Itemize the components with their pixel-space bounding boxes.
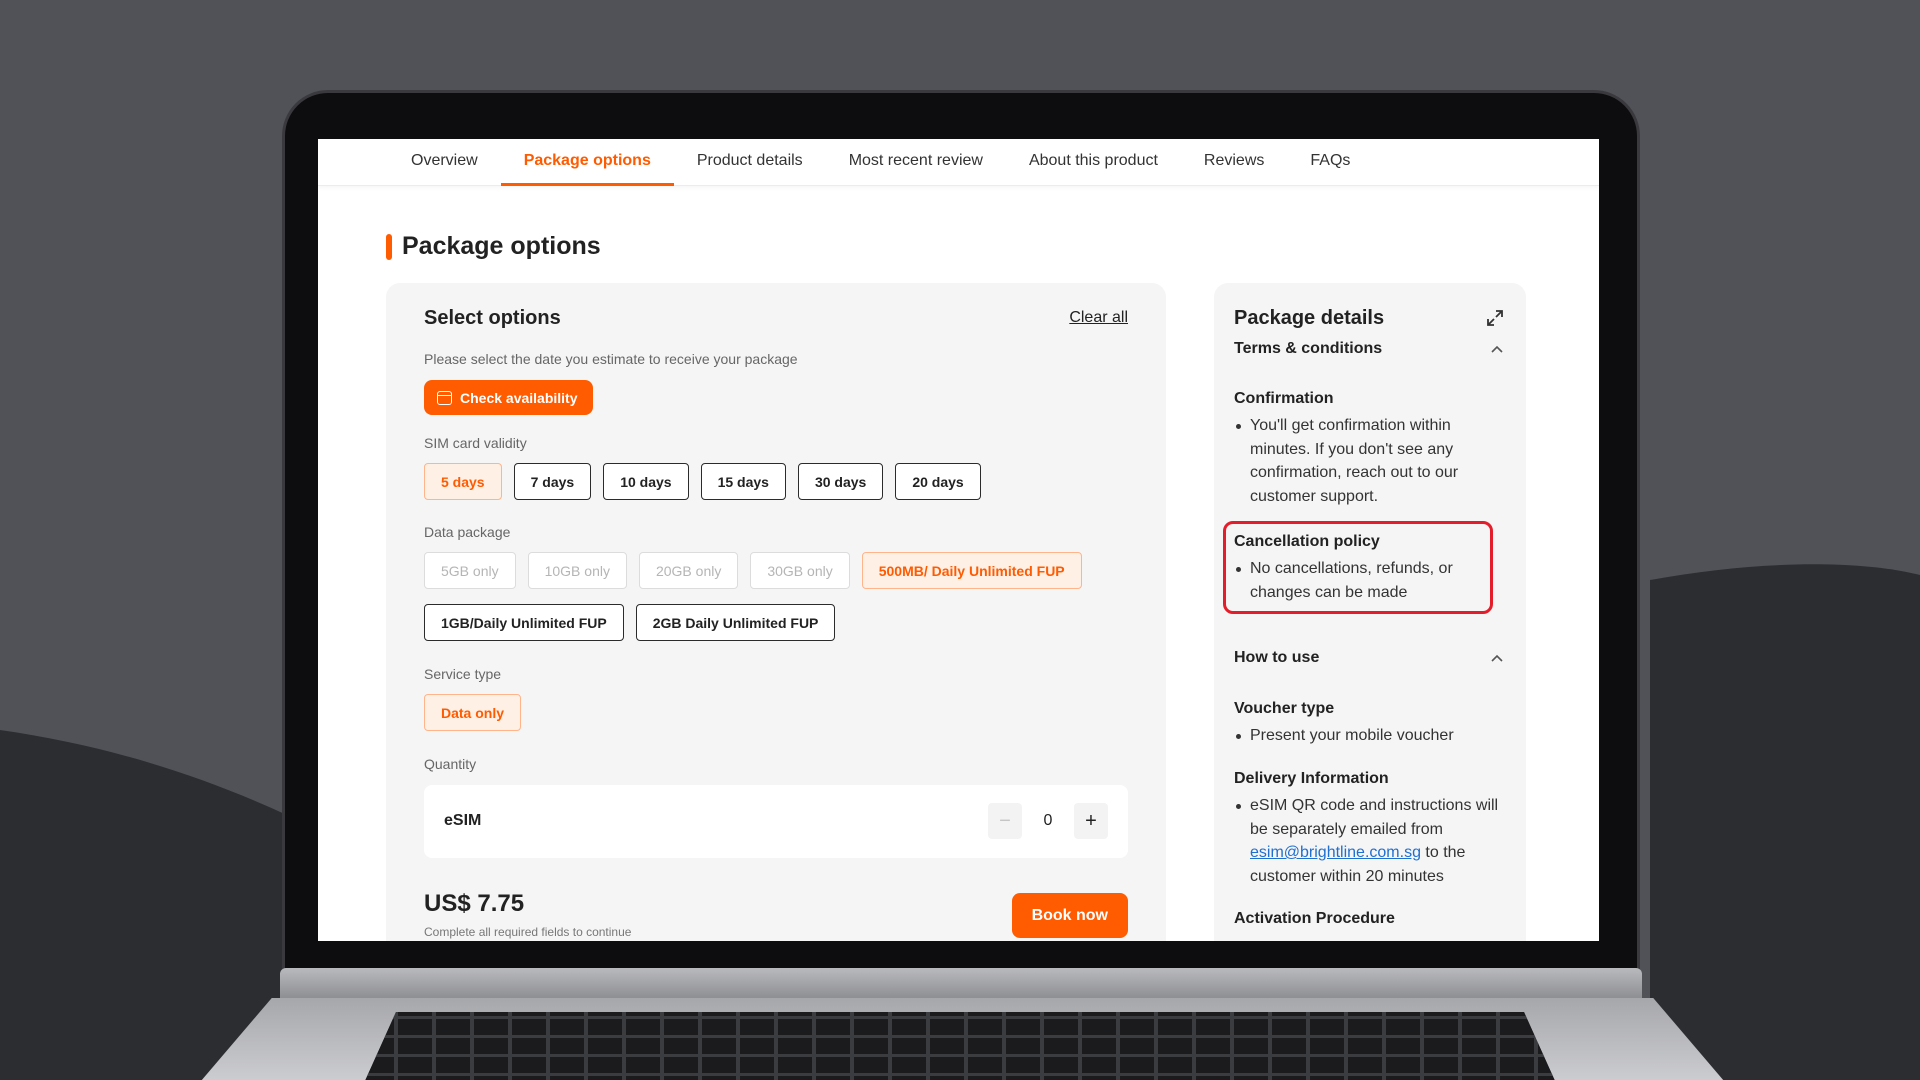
data-option-20gb[interactable]: 20GB only	[638, 552, 739, 589]
tab-reviews[interactable]: Reviews	[1181, 139, 1287, 186]
data-option-5gb[interactable]: 5GB only	[424, 552, 516, 589]
data-option-10gb[interactable]: 10GB only	[527, 552, 627, 589]
page-title: Package options	[402, 232, 601, 260]
data-option-500mb-daily[interactable]: 500MB/ Daily Unlimited FUP	[861, 552, 1082, 589]
sim-validity-label: SIM card validity	[424, 435, 527, 451]
validity-option-7-days[interactable]: 7 days	[513, 463, 592, 500]
calendar-icon	[437, 390, 452, 405]
data-package-options-row2: 1GB/Daily Unlimited FUP 2GB Daily Unlimi…	[424, 604, 836, 641]
cancellation-highlight	[1223, 521, 1493, 614]
email-link[interactable]: esim@brightline.com.sg	[1250, 844, 1421, 861]
voucher-text: Present your mobile voucher	[1234, 724, 1506, 748]
section-header: Package options	[386, 232, 601, 261]
validity-option-30-days[interactable]: 30 days	[797, 463, 884, 500]
select-options-title: Select options	[424, 307, 561, 329]
activation-block: Activation Procedure	[1234, 910, 1506, 928]
voucher-title: Voucher type	[1234, 700, 1335, 717]
delivery-text-a: eSIM QR code and instructions will be se…	[1250, 797, 1499, 838]
data-package-label: Data package	[424, 524, 511, 540]
chevron-up-icon[interactable]	[1490, 342, 1504, 356]
clear-all-link[interactable]: Clear all	[1069, 309, 1128, 327]
confirmation-title: Confirmation	[1234, 390, 1334, 407]
confirmation-text: You'll get confirmation within minutes. …	[1234, 414, 1506, 508]
check-availability-label: Check availability	[460, 389, 578, 406]
total-price: US$ 7.75	[424, 890, 525, 917]
service-type-label: Service type	[424, 666, 502, 682]
delivery-list: eSIM QR code and instructions will be se…	[1234, 794, 1506, 888]
accent-bar	[386, 233, 392, 260]
price-note: Complete all required fields to continue	[424, 925, 632, 939]
validity-option-10-days[interactable]: 10 days	[603, 463, 689, 500]
validity-option-5-days[interactable]: 5 days	[424, 463, 502, 500]
tab-faqs[interactable]: FAQs	[1287, 139, 1373, 186]
tab-package-options[interactable]: Package options	[500, 139, 674, 186]
laptop-hinge	[280, 968, 1642, 998]
quantity-label: Quantity	[424, 756, 477, 772]
voucher-list: Present your mobile voucher	[1234, 724, 1506, 748]
date-hint-text: Please select the date you estimate to r…	[424, 351, 798, 367]
tab-most-recent-review[interactable]: Most recent review	[826, 139, 1006, 186]
tab-product-details[interactable]: Product details	[674, 139, 826, 186]
package-details-title: Package details	[1234, 307, 1385, 329]
expand-icon[interactable]	[1486, 309, 1504, 327]
quantity-row: eSIM − 0 +	[424, 785, 1128, 858]
service-option-data-only[interactable]: Data only	[424, 694, 522, 731]
quantity-value: 0	[1043, 812, 1053, 829]
delivery-block: Delivery Information eSIM QR code and in…	[1234, 770, 1506, 888]
data-package-options-row1: 5GB only 10GB only 20GB only 30GB only 5…	[424, 552, 1082, 589]
terms-section-header[interactable]: Terms & conditions	[1234, 340, 1506, 358]
sim-validity-options: 5 days 7 days 10 days 15 days 30 days 20…	[424, 463, 981, 500]
validity-option-15-days[interactable]: 15 days	[700, 463, 786, 500]
quantity-item-name: eSIM	[444, 812, 482, 829]
activation-title: Activation Procedure	[1234, 910, 1395, 927]
laptop-screen: Overview Package options Product details…	[318, 139, 1599, 941]
book-now-button[interactable]: Book now	[1011, 893, 1128, 938]
decrement-button[interactable]: −	[988, 803, 1022, 839]
terms-title: Terms & conditions	[1234, 340, 1383, 357]
confirmation-block: Confirmation You'll get confirmation wit…	[1234, 390, 1506, 508]
how-to-use-title: How to use	[1234, 649, 1320, 666]
service-type-options: Data only	[424, 694, 522, 731]
tab-bar: Overview Package options Product details…	[318, 139, 1599, 186]
quantity-stepper: − 0 +	[988, 803, 1108, 839]
voucher-block: Voucher type Present your mobile voucher	[1234, 700, 1506, 748]
tab-about-this-product[interactable]: About this product	[1006, 139, 1181, 186]
delivery-title: Delivery Information	[1234, 770, 1389, 787]
how-to-use-header[interactable]: How to use	[1234, 649, 1506, 667]
tab-overview[interactable]: Overview	[388, 139, 501, 186]
delivery-text: eSIM QR code and instructions will be se…	[1234, 794, 1506, 888]
confirmation-list: You'll get confirmation within minutes. …	[1234, 414, 1506, 508]
data-option-2gb-daily[interactable]: 2GB Daily Unlimited FUP	[635, 604, 836, 641]
data-option-1gb-daily[interactable]: 1GB/Daily Unlimited FUP	[424, 604, 624, 641]
chevron-up-icon[interactable]	[1490, 651, 1504, 665]
check-availability-button[interactable]: Check availability	[424, 380, 593, 415]
data-option-30gb[interactable]: 30GB only	[750, 552, 850, 589]
laptop-keyboard	[360, 1012, 1560, 1080]
select-options-card: Select options Clear all Please select t…	[386, 283, 1166, 941]
validity-option-20-days[interactable]: 20 days	[895, 463, 981, 500]
increment-button[interactable]: +	[1074, 803, 1108, 839]
